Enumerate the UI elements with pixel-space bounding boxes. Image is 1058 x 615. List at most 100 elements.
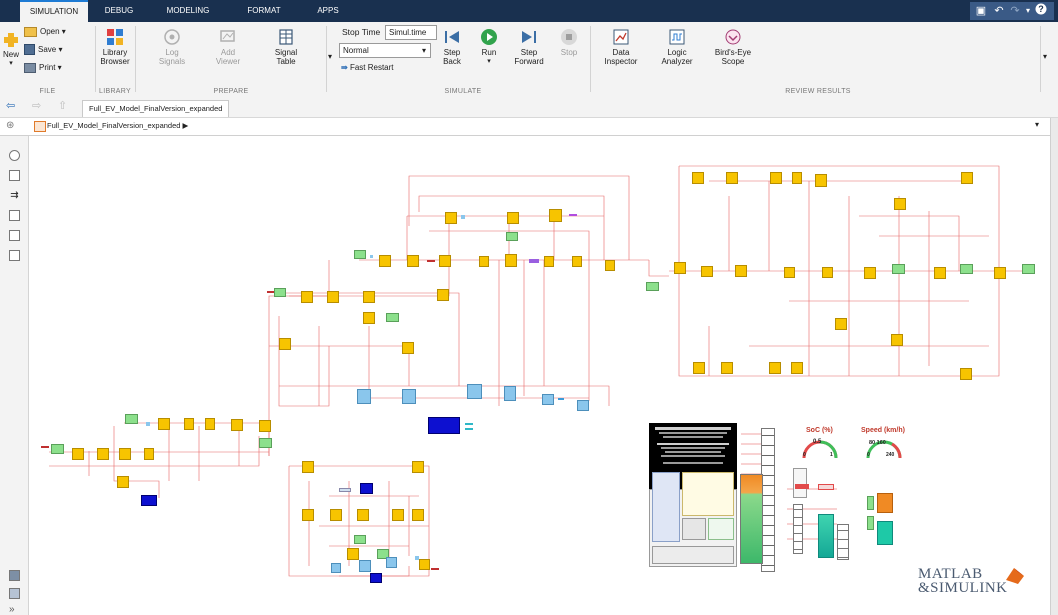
simulation-mode-select[interactable]: Normal ▾ — [339, 43, 431, 58]
model-block[interactable] — [465, 428, 473, 430]
model-block[interactable] — [467, 384, 482, 399]
model-block[interactable] — [793, 468, 807, 498]
model-block[interactable] — [835, 318, 847, 330]
model-block[interactable] — [793, 504, 803, 554]
new-button[interactable]: New ▾ — [2, 32, 20, 68]
model-block[interactable] — [97, 448, 109, 460]
model-block[interactable] — [961, 172, 973, 184]
back-arrow-icon[interactable]: ⇦ — [6, 99, 15, 112]
property-inspector-icon[interactable] — [9, 588, 20, 599]
open-button[interactable]: Open ▾ — [24, 26, 66, 38]
help-icon[interactable]: ? — [1034, 3, 1048, 19]
model-block[interactable] — [465, 423, 473, 425]
model-block[interactable] — [960, 264, 973, 274]
model-block[interactable] — [330, 509, 342, 521]
model-block[interactable] — [877, 493, 893, 513]
model-block[interactable] — [674, 262, 686, 274]
model-block[interactable] — [354, 250, 366, 259]
model-block[interactable] — [542, 394, 554, 405]
tab-apps[interactable]: APPS — [310, 0, 346, 22]
model-block[interactable] — [347, 548, 359, 560]
model-block[interactable] — [439, 255, 451, 267]
model-block[interactable] — [360, 483, 373, 494]
model-block[interactable] — [231, 419, 243, 431]
signal-table-button[interactable]: Signal Table — [266, 28, 306, 66]
model-block[interactable] — [279, 338, 291, 350]
model-block[interactable] — [822, 267, 833, 278]
model-block[interactable] — [572, 256, 582, 267]
model-block[interactable] — [412, 509, 424, 521]
breadcrumb-dropdown-icon[interactable]: ▾ — [1035, 120, 1039, 129]
model-block[interactable] — [960, 368, 972, 380]
step-forward-button[interactable]: Step Forward — [512, 28, 546, 66]
model-block[interactable] — [934, 267, 946, 279]
model-block[interactable] — [141, 495, 157, 506]
model-block[interactable] — [363, 312, 375, 324]
model-block[interactable] — [818, 514, 834, 558]
model-block[interactable] — [769, 362, 781, 374]
model-block[interactable] — [402, 342, 414, 354]
tab-format[interactable]: FORMAT — [238, 0, 290, 22]
model-block[interactable] — [427, 260, 435, 262]
model-block[interactable] — [428, 417, 460, 434]
model-block[interactable] — [51, 444, 64, 454]
model-tab[interactable]: Full_EV_Model_FinalVersion_expanded — [82, 100, 230, 117]
dashboard-subsystem[interactable] — [682, 472, 734, 516]
model-block[interactable] — [692, 172, 704, 184]
model-block[interactable] — [379, 255, 391, 267]
annotation-icon[interactable] — [9, 210, 20, 221]
print-button[interactable]: Print ▾ — [24, 62, 62, 74]
add-viewer-button[interactable]: Add Viewer — [208, 28, 248, 66]
model-block[interactable] — [784, 267, 795, 278]
model-block[interactable] — [529, 259, 539, 263]
run-dropdown-icon[interactable]: ▾ — [474, 57, 504, 66]
model-block[interactable] — [259, 438, 272, 448]
model-block[interactable] — [867, 516, 874, 530]
model-block[interactable] — [158, 418, 170, 430]
model-block[interactable] — [506, 232, 518, 241]
model-block[interactable] — [740, 474, 763, 564]
model-block[interactable] — [354, 535, 366, 544]
logic-analyzer-button[interactable]: Logic Analyzer — [656, 28, 698, 66]
model-block[interactable] — [331, 563, 341, 573]
fast-restart-toggle[interactable]: ⇛ Fast Restart — [341, 62, 394, 74]
model-block[interactable] — [721, 362, 733, 374]
run-button[interactable]: Run ▾ — [474, 28, 504, 66]
model-block[interactable] — [386, 313, 399, 322]
dashboard-subsystem[interactable] — [682, 518, 706, 540]
library-browser-button[interactable]: Library Browser — [96, 28, 134, 66]
birds-eye-scope-button[interactable]: Bird's-Eye Scope — [710, 28, 756, 66]
tab-modeling[interactable]: MODELING — [158, 0, 218, 22]
model-block[interactable] — [117, 476, 129, 488]
model-block[interactable] — [867, 496, 874, 510]
tab-simulation[interactable]: SIMULATION — [20, 0, 88, 24]
model-block[interactable] — [795, 484, 809, 489]
model-block[interactable] — [761, 428, 775, 572]
log-signals-button[interactable]: Log Signals — [152, 28, 192, 66]
fit-to-view-icon[interactable] — [9, 170, 20, 181]
dashboard-subsystem[interactable] — [708, 518, 734, 540]
image-icon[interactable] — [9, 230, 20, 241]
model-block[interactable] — [505, 254, 517, 267]
model-block[interactable] — [431, 568, 439, 570]
model-block[interactable] — [894, 198, 906, 210]
prepare-expand-icon[interactable]: ▾ — [328, 52, 332, 61]
model-block[interactable] — [837, 524, 849, 560]
model-block[interactable] — [701, 266, 713, 277]
model-block[interactable] — [125, 414, 138, 424]
save-quick-icon[interactable]: ▣ — [974, 3, 988, 19]
model-block[interactable] — [815, 174, 827, 187]
model-block[interactable] — [735, 265, 747, 277]
model-block[interactable] — [507, 212, 519, 224]
model-block[interactable] — [818, 484, 834, 490]
forward-arrow-icon[interactable]: ⇨ — [32, 99, 41, 112]
model-block[interactable] — [144, 448, 154, 460]
model-block[interactable] — [646, 282, 659, 291]
model-block[interactable] — [339, 488, 351, 492]
model-block[interactable] — [41, 446, 49, 448]
model-block[interactable] — [504, 386, 516, 401]
model-block[interactable] — [184, 418, 194, 430]
step-back-button[interactable]: Step Back — [438, 28, 466, 66]
model-block[interactable] — [892, 264, 905, 274]
save-button[interactable]: Save ▾ — [24, 44, 62, 56]
